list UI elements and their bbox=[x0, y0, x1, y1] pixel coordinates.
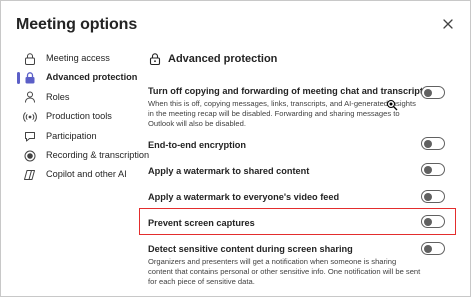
copilot-icon bbox=[23, 168, 37, 182]
nav-item-roles[interactable]: Roles bbox=[17, 88, 139, 107]
toggle-knob bbox=[424, 88, 432, 97]
nav-item-copilot[interactable]: Copilot and other AI bbox=[17, 165, 139, 184]
lock-icon bbox=[23, 52, 37, 66]
person-icon bbox=[23, 90, 37, 104]
advanced-protection-panel: Advanced protection bbox=[148, 49, 458, 69]
toggle-knob bbox=[424, 139, 432, 148]
record-icon bbox=[23, 149, 37, 163]
setting-detect-sensitive-content: Detect sensitive content during screen s… bbox=[148, 243, 450, 287]
setting-turn-off-copying: Turn off copying and forwarding of meeti… bbox=[148, 85, 450, 129]
close-button[interactable] bbox=[438, 14, 458, 34]
nav-item-label: Roles bbox=[46, 91, 70, 102]
toggle-knob bbox=[424, 192, 432, 201]
busy-cursor-icon bbox=[387, 100, 398, 111]
toggle-turn-off-copying[interactable] bbox=[421, 86, 445, 99]
section-title: Advanced protection bbox=[168, 53, 278, 65]
toggle-watermark-video-feed[interactable] bbox=[421, 190, 445, 203]
nav-item-label: Advanced protection bbox=[46, 72, 138, 83]
setting-description: Organizers and presenters will get a not… bbox=[148, 257, 421, 286]
nav-item-label: Participation bbox=[46, 130, 97, 141]
meeting-options-dialog: Meeting options Meeting access Advanced … bbox=[0, 0, 471, 297]
options-nav: Meeting access Advanced protection Roles… bbox=[17, 49, 149, 185]
nav-item-recording[interactable]: Recording & transcription bbox=[17, 146, 149, 165]
toggle-detect-sensitive-content[interactable] bbox=[421, 242, 445, 255]
setting-label: Apply a watermark to shared content bbox=[148, 166, 310, 176]
dialog-title: Meeting options bbox=[16, 16, 138, 33]
setting-label: Detect sensitive content during screen s… bbox=[148, 244, 353, 254]
lock-filled-icon bbox=[23, 71, 37, 85]
setting-label: End-to-end encryption bbox=[148, 140, 246, 150]
setting-label: Turn off copying and forwarding of meeti… bbox=[148, 86, 429, 96]
nav-item-label: Production tools bbox=[46, 111, 112, 122]
setting-end-to-end-encryption: End-to-end encryption bbox=[148, 139, 450, 151]
setting-description: When this is off, copying messages, link… bbox=[148, 99, 416, 128]
nav-item-production-tools[interactable]: Production tools bbox=[17, 107, 139, 126]
toggle-watermark-shared-content[interactable] bbox=[421, 163, 445, 176]
toggle-end-to-end-encryption[interactable] bbox=[421, 137, 445, 150]
nav-item-participation[interactable]: Participation bbox=[17, 127, 139, 146]
broadcast-icon bbox=[23, 110, 37, 124]
chat-bubble-icon bbox=[23, 129, 37, 143]
setting-label: Apply a watermark to everyone's video fe… bbox=[148, 192, 340, 202]
toggle-knob bbox=[424, 244, 432, 253]
nav-item-label: Copilot and other AI bbox=[46, 169, 127, 180]
close-icon bbox=[443, 19, 453, 29]
lock-icon bbox=[148, 52, 162, 66]
toggle-knob bbox=[424, 165, 432, 174]
setting-watermark-video-feed: Apply a watermark to everyone's video fe… bbox=[148, 191, 450, 203]
section-header: Advanced protection bbox=[148, 49, 458, 69]
toggle-knob bbox=[424, 217, 432, 226]
active-indicator bbox=[17, 72, 20, 85]
toggle-prevent-screen-captures[interactable] bbox=[421, 215, 445, 228]
setting-prevent-screen-captures: Prevent screen captures bbox=[148, 217, 450, 229]
nav-item-label: Meeting access bbox=[46, 53, 110, 63]
nav-item-label: Recording & transcription bbox=[46, 149, 150, 160]
nav-item-advanced-protection[interactable]: Advanced protection bbox=[17, 68, 139, 87]
setting-label: Prevent screen captures bbox=[148, 218, 255, 228]
setting-watermark-shared-content: Apply a watermark to shared content bbox=[148, 165, 450, 177]
nav-item-meeting-access[interactable]: Meeting access bbox=[17, 49, 139, 68]
